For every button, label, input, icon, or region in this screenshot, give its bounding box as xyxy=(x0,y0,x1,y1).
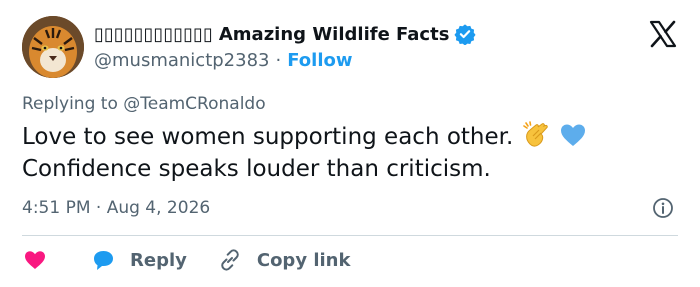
like-button[interactable] xyxy=(22,247,48,273)
handle-row: @musmanictp2383 · Follow xyxy=(94,48,353,72)
copy-link-button[interactable]: Copy link xyxy=(217,247,351,273)
reply-icon xyxy=(94,251,113,270)
verified-badge-icon xyxy=(454,24,476,45)
copy-link-label[interactable]: Copy link xyxy=(257,250,351,271)
clapping-hands-icon xyxy=(522,121,548,147)
author-handle[interactable]: @musmanictp2383 xyxy=(94,50,269,71)
blue-heart-icon xyxy=(560,124,585,146)
divider xyxy=(22,235,678,236)
link-icon xyxy=(221,249,239,271)
tiger-avatar-icon xyxy=(22,16,84,78)
embedded-tweet: ▯▯▯▯▯▯▯▯▯▯▯▯ Amazing Wildlife Facts @mus… xyxy=(0,0,700,287)
avatar[interactable] xyxy=(22,16,84,78)
follow-button[interactable]: Follow xyxy=(287,50,352,71)
replying-to[interactable]: Replying to @TeamCRonaldo xyxy=(22,94,266,114)
separator-dot: · xyxy=(275,49,282,71)
tweet-text-line-1-text: Love to see women supporting each other. xyxy=(22,124,514,150)
reply-label[interactable]: Reply xyxy=(130,250,187,271)
author-name-row[interactable]: ▯▯▯▯▯▯▯▯▯▯▯▯ Amazing Wildlife Facts xyxy=(94,22,476,46)
display-name-prefix[interactable]: ▯▯▯▯▯▯▯▯▯▯▯▯ xyxy=(94,24,213,45)
action-bar: Reply Copy link xyxy=(22,246,380,274)
reply-button[interactable]: Reply xyxy=(90,247,187,273)
tweet-text: Love to see women supporting each other.… xyxy=(22,120,662,185)
tweet-text-line-1: Love to see women supporting each other. xyxy=(22,120,662,153)
tweet-text-line-2: Confidence speaks louder than criticism. xyxy=(22,156,491,182)
timestamp[interactable]: 4:51 PM · Aug 4, 2026 xyxy=(22,198,210,218)
x-logo-icon[interactable] xyxy=(648,19,678,49)
info-icon[interactable] xyxy=(652,197,674,219)
display-name[interactable]: Amazing Wildlife Facts xyxy=(219,24,450,45)
heart-icon xyxy=(25,251,45,269)
